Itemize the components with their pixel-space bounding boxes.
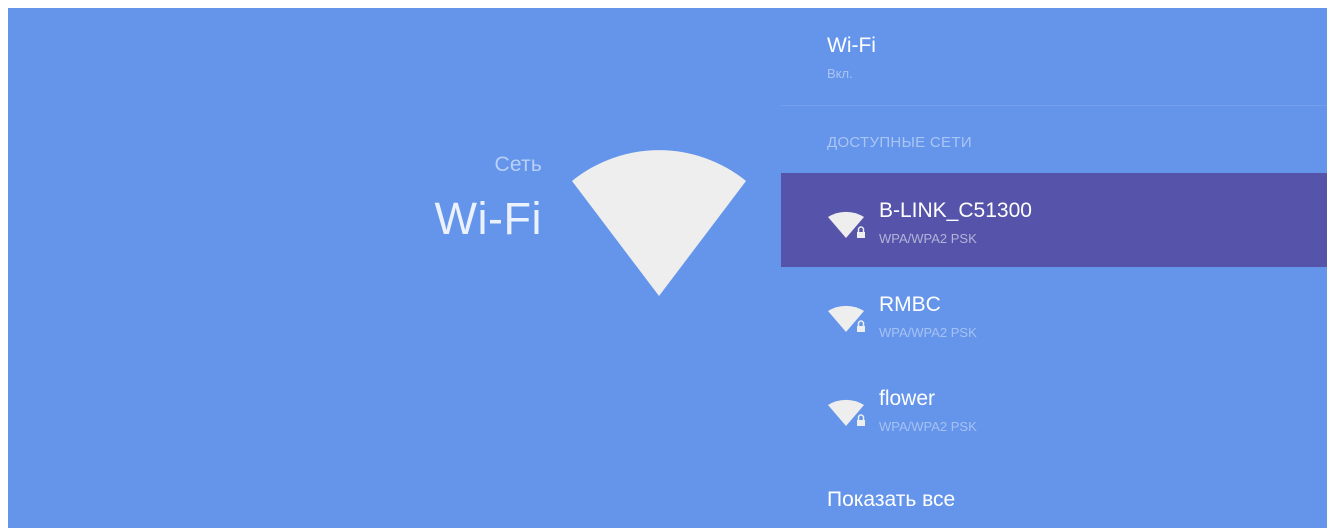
network-name: B-LINK_C51300 (879, 199, 1032, 222)
page-title: Wi-Fi (434, 193, 542, 244)
available-networks-header: ДОСТУПНЫЕ СЕТИ (827, 134, 972, 151)
network-item-flower[interactable]: flower WPA/WPA2 PSK (781, 361, 1327, 455)
network-name: flower (879, 387, 936, 410)
wifi-lock-icon (828, 211, 865, 238)
network-item-b-link-c51300[interactable]: B-LINK_C51300 WPA/WPA2 PSK (781, 173, 1327, 267)
wifi-toggle-status: Вкл. (827, 66, 853, 81)
network-security: WPA/WPA2 PSK (879, 231, 977, 246)
wifi-toggle-item[interactable]: Wi-Fi Вкл. (781, 8, 1327, 106)
network-security: WPA/WPA2 PSK (879, 419, 977, 434)
network-item-rmbc[interactable]: RMBC WPA/WPA2 PSK (781, 267, 1327, 361)
show-all-button[interactable]: Показать все (827, 488, 955, 512)
wifi-lock-icon (828, 305, 865, 332)
settings-screen: Сеть Wi-Fi Wi-Fi Вкл. ДОСТУПНЫЕ СЕТИ B-L… (8, 8, 1327, 528)
network-security: WPA/WPA2 PSK (879, 325, 977, 340)
right-panel: Wi-Fi Вкл. ДОСТУПНЫЕ СЕТИ B-LINK_C51300 … (781, 8, 1327, 528)
wifi-icon (572, 150, 746, 296)
wifi-lock-icon (828, 399, 865, 426)
wifi-toggle-title: Wi-Fi (827, 34, 876, 57)
breadcrumb: Сеть (494, 153, 542, 176)
left-panel: Сеть Wi-Fi (8, 8, 781, 528)
network-name: RMBC (879, 293, 941, 316)
network-list: B-LINK_C51300 WPA/WPA2 PSK RMBC WPA/WPA2… (781, 173, 1327, 455)
